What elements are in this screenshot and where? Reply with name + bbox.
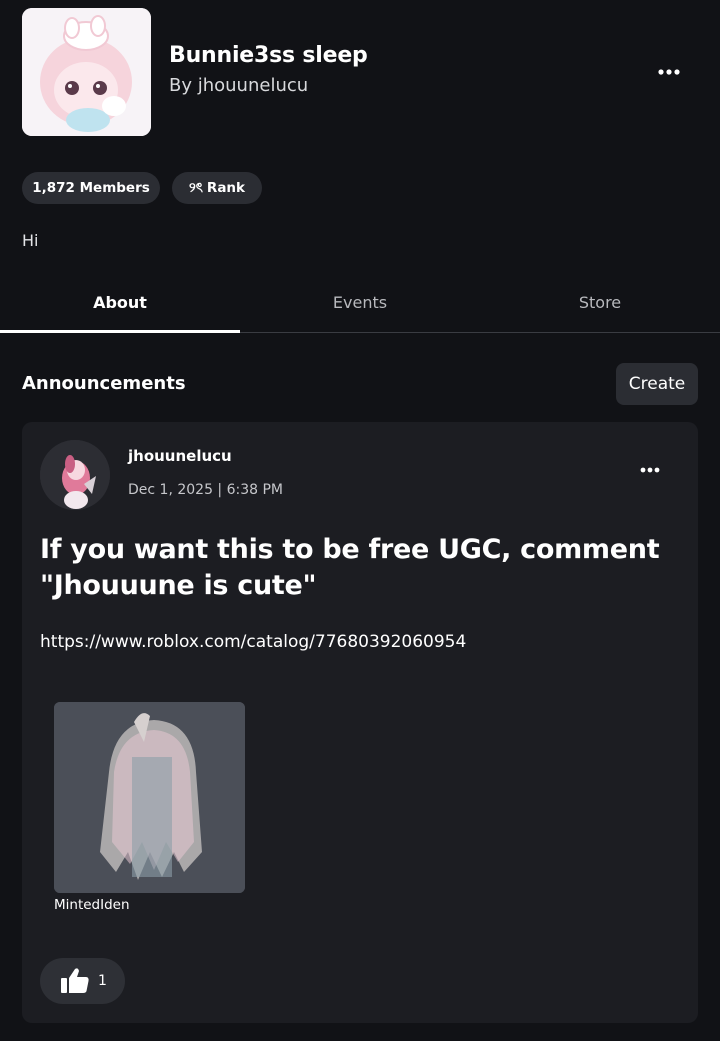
members-chip[interactable]: 1,872 Members bbox=[22, 172, 160, 204]
more-options-button[interactable] bbox=[652, 58, 686, 86]
group-description: Hi bbox=[22, 231, 39, 250]
rank-prefix: ୨ৎ bbox=[188, 179, 203, 196]
post-more-options-button[interactable] bbox=[634, 458, 666, 482]
catalog-link[interactable]: https://www.roblox.com/catalog/776803920… bbox=[40, 632, 466, 652]
group-page: Bunnie3ss sleep By jhouunelucu 1,872 Mem… bbox=[0, 0, 720, 1041]
group-icon-image bbox=[22, 8, 151, 136]
tab-about[interactable]: About bbox=[0, 272, 240, 332]
tab-events[interactable]: Events bbox=[240, 272, 480, 332]
announcements-heading: Announcements bbox=[22, 373, 186, 394]
group-owner[interactable]: By jhouunelucu bbox=[169, 75, 308, 96]
thumbs-up-icon bbox=[61, 968, 89, 993]
tab-store[interactable]: Store bbox=[480, 272, 720, 332]
more-horizontal-icon bbox=[658, 69, 680, 75]
catalog-item-card[interactable]: MintedIden bbox=[54, 702, 245, 913]
more-horizontal-icon bbox=[640, 467, 660, 473]
members-label: 1,872 Members bbox=[32, 180, 150, 196]
post-date: Dec 1, 2025 | 6:38 PM bbox=[128, 482, 284, 498]
create-button[interactable]: Create bbox=[616, 363, 698, 405]
active-tab-indicator bbox=[0, 330, 240, 333]
like-count: 1 bbox=[98, 973, 107, 989]
group-title: Bunnie3ss sleep bbox=[169, 43, 368, 68]
tab-bar: About Events Store bbox=[0, 272, 720, 334]
like-button[interactable]: 1 bbox=[40, 958, 125, 1004]
author-avatar[interactable] bbox=[40, 440, 110, 510]
post-author[interactable]: jhouunelucu bbox=[128, 447, 232, 465]
catalog-item-name: MintedIden bbox=[54, 897, 130, 913]
rank-label: Rank bbox=[206, 180, 246, 196]
announcement-post: jhouunelucu Dec 1, 2025 | 6:38 PM If you… bbox=[22, 422, 698, 1023]
catalog-item-thumbnail bbox=[54, 702, 245, 893]
post-headline: If you want this to be free UGC, comment… bbox=[40, 534, 660, 601]
rank-chip[interactable]: ୨ৎ Rank bbox=[172, 172, 262, 204]
